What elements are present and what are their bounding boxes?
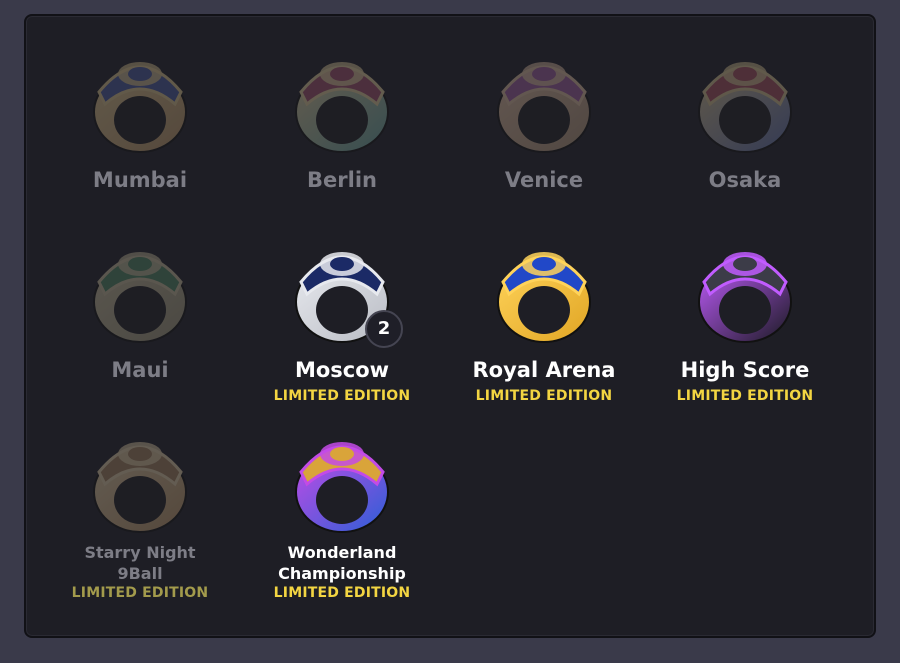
limited-edition-label: LIMITED EDITION [273, 388, 411, 404]
ring-card-moscow[interactable]: 2 Moscow LIMITED EDITION [252, 230, 432, 404]
ring-card-mumbai[interactable]: Mumbai [50, 40, 230, 192]
royal-arena-ring-icon [489, 230, 599, 350]
berlin-ring-icon [287, 40, 397, 160]
ring-name: Berlin [307, 168, 377, 192]
maui-ring-icon [85, 230, 195, 350]
limited-edition-label: LIMITED EDITION [273, 585, 411, 601]
ring-card-wonderland[interactable]: Wonderland Championship LIMITED EDITION [252, 420, 432, 601]
ring-name: Royal Arena [472, 358, 616, 382]
ring-name: Moscow [294, 358, 390, 382]
ring-name: Osaka [708, 168, 782, 192]
limited-edition-label: LIMITED EDITION [71, 585, 209, 601]
high-score-ring-icon [690, 230, 800, 350]
wonderland-ring-icon [287, 420, 397, 540]
mumbai-ring-icon [85, 40, 195, 160]
limited-edition-label: LIMITED EDITION [676, 388, 814, 404]
ring-card-maui[interactable]: Maui [50, 230, 230, 382]
venice-ring-icon [489, 40, 599, 160]
limited-edition-label: LIMITED EDITION [475, 388, 613, 404]
ring-card-starry-night[interactable]: Starry Night 9Ball LIMITED EDITION [50, 420, 230, 601]
ring-name: Wonderland Championship [278, 543, 406, 583]
ring-card-royal-arena[interactable]: Royal Arena LIMITED EDITION [454, 230, 634, 404]
ring-card-osaka[interactable]: Osaka [655, 40, 835, 192]
ring-name: Venice [504, 168, 584, 192]
starry-night-ring-icon [85, 420, 195, 540]
moscow-ring-icon: 2 [287, 230, 403, 350]
ring-count-badge: 2 [365, 310, 403, 348]
ring-card-high-score[interactable]: High Score LIMITED EDITION [655, 230, 835, 404]
ring-name: Mumbai [92, 168, 188, 192]
ring-name: Starry Night 9Ball [84, 543, 196, 583]
ring-name: High Score [680, 358, 810, 382]
ring-name: Maui [111, 358, 169, 382]
ring-card-berlin[interactable]: Berlin [252, 40, 432, 192]
osaka-ring-icon [690, 40, 800, 160]
ring-card-venice[interactable]: Venice [454, 40, 634, 192]
